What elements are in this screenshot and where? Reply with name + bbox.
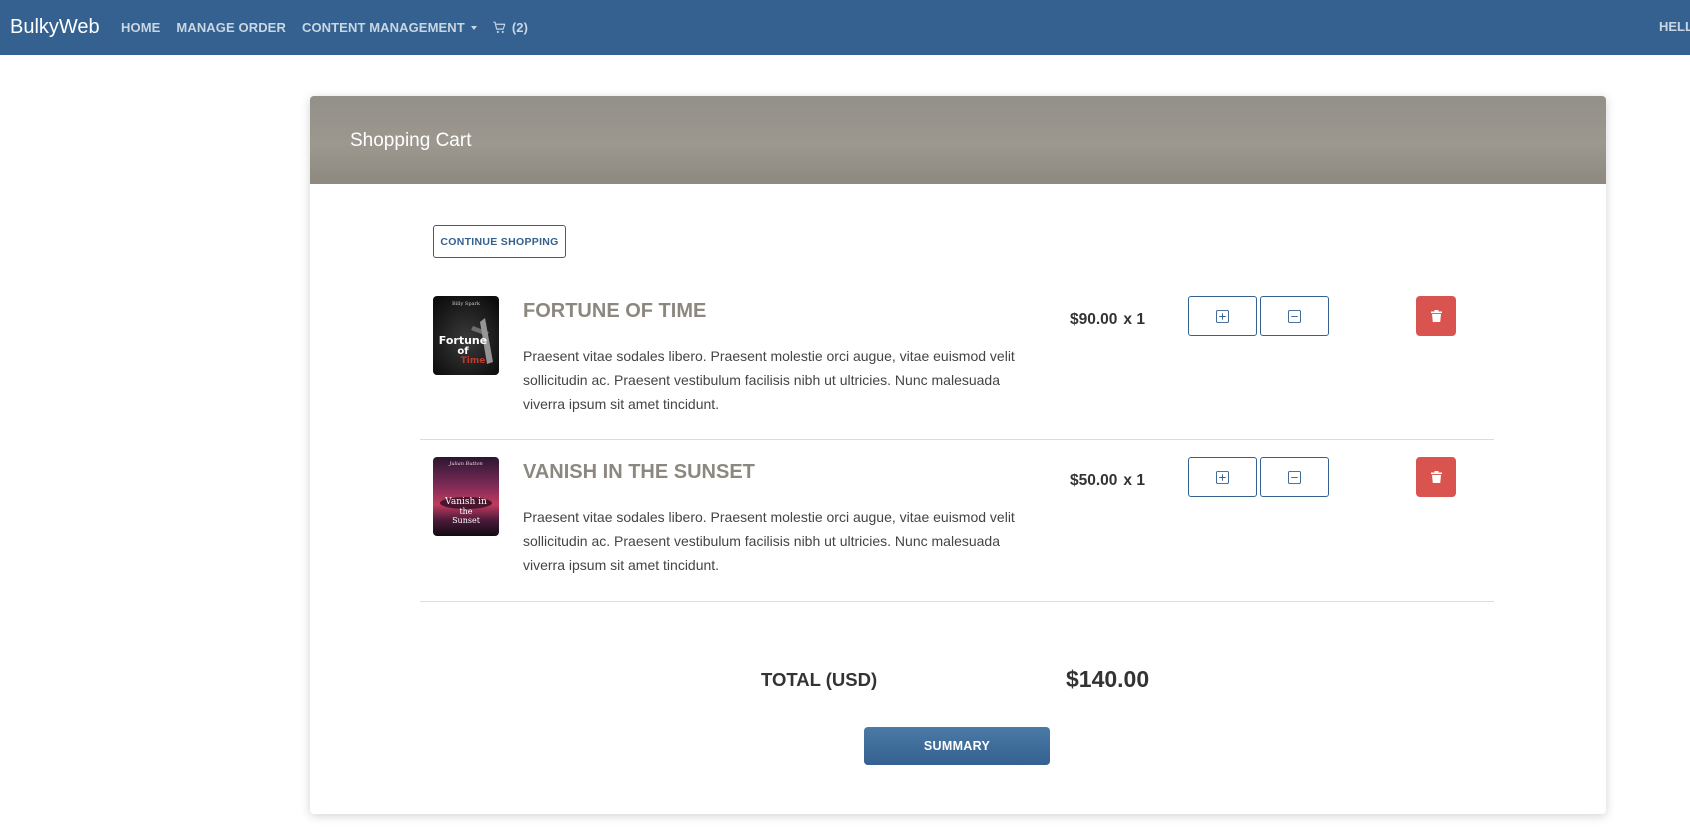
cart-count: (2) — [511, 20, 529, 35]
item-quantity: x 1 — [1123, 472, 1145, 489]
cart-item: Julian Button Vanish in the Sunset VANIS… — [420, 441, 1494, 602]
cover-author-text: Julian Button — [448, 461, 482, 467]
plus-square-icon — [1216, 309, 1229, 323]
nav-menu: HOME MANAGE ORDER CONTENT MANAGEMENT (2) — [121, 0, 544, 55]
minus-square-icon — [1288, 309, 1301, 323]
summary-button[interactable]: SUMMARY — [864, 727, 1050, 765]
delete-item-button[interactable] — [1416, 296, 1456, 336]
item-price-value: $90.00 — [1070, 311, 1118, 328]
item-price: $90.00 x 1 — [1070, 311, 1145, 329]
trash-icon — [1430, 471, 1442, 483]
nav-cart-link[interactable]: (2) — [493, 20, 528, 35]
cart-icon — [493, 21, 506, 34]
top-navbar: BulkyWeb HOME MANAGE ORDER CONTENT MANAG… — [0, 0, 1690, 55]
card-header: Shopping Cart — [310, 96, 1606, 184]
item-title: VANISH IN THE SUNSET — [523, 461, 755, 483]
nav-manage-order-link[interactable]: MANAGE ORDER — [176, 20, 286, 35]
brand-link[interactable]: BulkyWeb — [10, 14, 100, 40]
item-quantity: x 1 — [1123, 311, 1145, 328]
nav-content-management-dropdown[interactable]: CONTENT MANAGEMENT — [302, 20, 477, 35]
continue-shopping-button[interactable]: CONTINUE SHOPPING — [433, 225, 566, 258]
book-cover-image: Julian Button Vanish in the Sunset — [433, 457, 499, 536]
book-cover-image: Billy Spark Fortune of Time — [433, 296, 499, 375]
item-description: Praesent vitae sodales libero. Praesent … — [523, 509, 1015, 573]
minus-square-icon — [1288, 470, 1301, 484]
cover-title-text-1: Vanish in — [444, 497, 487, 507]
plus-square-icon — [1216, 470, 1229, 484]
trash-icon — [1430, 310, 1442, 322]
cart-item: Billy Spark Fortune of Time FORTUNE OF T… — [420, 280, 1494, 440]
greeting-link[interactable]: HELL — [1659, 19, 1690, 34]
total-label: TOTAL (USD) — [761, 669, 878, 690]
item-price: $50.00 x 1 — [1070, 472, 1145, 490]
delete-item-button[interactable] — [1416, 457, 1456, 497]
decrease-quantity-button[interactable] — [1260, 296, 1329, 336]
decrease-quantity-button[interactable] — [1260, 457, 1329, 497]
item-price-value: $50.00 — [1070, 472, 1118, 489]
item-title: FORTUNE OF TIME — [523, 300, 707, 322]
page-title: Shopping Cart — [350, 130, 472, 151]
shopping-cart-card: Shopping Cart CONTINUE SHOPPING Billy Sp… — [310, 96, 1606, 814]
caret-down-icon — [470, 26, 477, 30]
item-description: Praesent vitae sodales libero. Praesent … — [523, 348, 1015, 412]
cover-author-text: Billy Spark — [452, 301, 481, 307]
cover-title-text-3: Time — [461, 356, 486, 366]
nav-content-management-label: CONTENT MANAGEMENT — [301, 20, 465, 35]
cover-title-text-3: Sunset — [452, 516, 481, 525]
total-value: $140.00 — [1066, 666, 1150, 692]
increase-quantity-button[interactable] — [1188, 457, 1257, 497]
cover-title-text-2: the — [459, 507, 472, 516]
increase-quantity-button[interactable] — [1188, 296, 1257, 336]
nav-home-link[interactable]: HOME — [121, 20, 160, 35]
